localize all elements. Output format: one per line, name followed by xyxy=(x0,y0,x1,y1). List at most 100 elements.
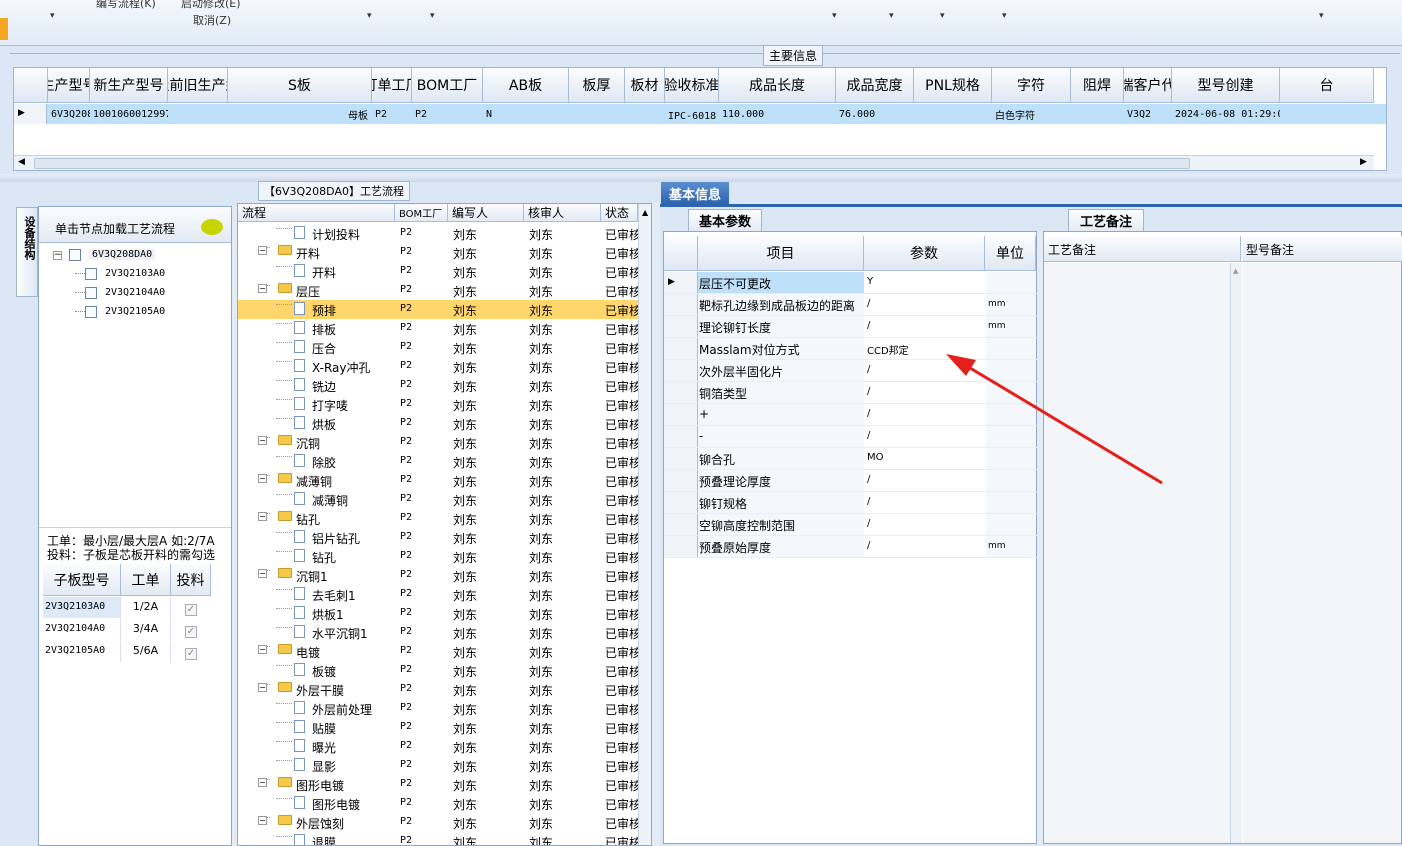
flow-row[interactable]: 预排 P2 刘东 刘东 已审核 xyxy=(238,300,651,319)
main-header-0[interactable]: 生产型号 xyxy=(48,68,90,103)
chevron-down-icon[interactable]: ▾ xyxy=(50,11,55,21)
sub-order-cell[interactable]: 1/2A xyxy=(121,597,171,618)
param-value[interactable]: Y xyxy=(865,272,985,293)
node-checkbox-icon[interactable] xyxy=(69,249,81,261)
scroll-up-icon[interactable]: ▲ xyxy=(642,208,648,217)
flow-row[interactable]: 去毛刺1 P2 刘东 刘东 已审核 xyxy=(238,585,651,604)
flow-row[interactable]: 压合 P2 刘东 刘东 已审核 xyxy=(238,338,651,357)
flow-row[interactable]: X-Ray冲孔 P2 刘东 刘东 已审核 xyxy=(238,357,651,376)
sub-order-cell[interactable]: 5/6A xyxy=(121,641,171,662)
main-cell-13[interactable]: 白色字符 xyxy=(992,104,1071,124)
main-cell-10[interactable]: 110.000 xyxy=(719,104,836,124)
tab-basic-params[interactable]: 基本参数 xyxy=(688,209,762,231)
flow-row[interactable]: 显影 P2 刘东 刘东 已审核 xyxy=(238,756,651,775)
row-indicator[interactable] xyxy=(664,338,698,359)
collapse-icon[interactable]: − xyxy=(258,474,267,483)
feed-checkbox[interactable]: ✓ xyxy=(171,641,211,662)
tree-child-node[interactable]: 2V3Q2104A0 xyxy=(105,287,165,298)
main-header-9[interactable]: 验收标准 xyxy=(665,68,719,103)
start-modify-menu[interactable]: 启动修改(E) xyxy=(181,0,241,11)
tab-process-remarks[interactable]: 工艺备注 xyxy=(1068,209,1144,231)
tab-basic-info[interactable]: 基本信息 xyxy=(661,182,729,204)
model-remark-textarea[interactable] xyxy=(1243,263,1401,843)
collapse-icon[interactable]: − xyxy=(258,645,267,654)
main-header-3[interactable]: S板 xyxy=(228,68,372,103)
flow-row[interactable]: 曝光 P2 刘东 刘东 已审核 xyxy=(238,737,651,756)
grid-corner[interactable] xyxy=(664,236,698,271)
flow-row[interactable]: 铝片钻孔 P2 刘东 刘东 已审核 xyxy=(238,528,651,547)
main-cell-1[interactable]: 10010600129974 xyxy=(90,104,168,124)
flow-row[interactable]: 铣边 P2 刘东 刘东 已审核 xyxy=(238,376,651,395)
tree-root-node[interactable]: 6V3Q208DA0 xyxy=(89,249,156,260)
main-cell-5[interactable]: P2 xyxy=(412,104,483,124)
flow-row[interactable]: − 图形电镀 P2 刘东 刘东 已审核 xyxy=(238,775,651,794)
chevron-down-icon[interactable]: ▾ xyxy=(430,11,435,21)
main-header-12[interactable]: PNL规格 xyxy=(914,68,992,103)
main-header-1[interactable]: 新生产型号 xyxy=(90,68,168,103)
vertical-scrollbar[interactable]: ▲ xyxy=(1230,263,1242,843)
chevron-down-icon[interactable]: ▾ xyxy=(1002,11,1007,21)
feed-checkbox[interactable]: ✓ xyxy=(171,619,211,640)
sub-model-cell[interactable]: 2V3Q2105A0 xyxy=(43,641,121,662)
main-cell-7[interactable] xyxy=(569,104,625,124)
main-header-2[interactable]: 升级前旧生产型号 xyxy=(168,68,228,103)
flow-row[interactable]: − 沉铜 P2 刘东 刘东 已审核 xyxy=(238,433,651,452)
flow-row[interactable]: 图形电镀 P2 刘东 刘东 已审核 xyxy=(238,794,651,813)
row-indicator[interactable]: ▶ xyxy=(664,272,698,293)
horizontal-splitter[interactable] xyxy=(0,174,1402,182)
tree-child-node[interactable]: 2V3Q2105A0 xyxy=(105,306,165,317)
flow-row[interactable]: − 开料 P2 刘东 刘东 已审核 xyxy=(238,243,651,262)
flow-row[interactable]: − 电镀 P2 刘东 刘东 已审核 xyxy=(238,642,651,661)
flow-row[interactable]: 烘板1 P2 刘东 刘东 已审核 xyxy=(238,604,651,623)
row-indicator[interactable] xyxy=(664,426,698,447)
flow-row[interactable]: − 沉铜1 P2 刘东 刘东 已审核 xyxy=(238,566,651,585)
param-row[interactable]: 靶标孔边缘到成品板边的距离 / mm xyxy=(664,294,1037,316)
flow-row[interactable]: − 外层干膜 P2 刘东 刘东 已审核 xyxy=(238,680,651,699)
cancel-menu[interactable]: 取消(Z) xyxy=(193,12,231,28)
chevron-down-icon[interactable]: ▾ xyxy=(940,11,945,21)
sub-model-cell[interactable]: 2V3Q2104A0 xyxy=(43,619,121,640)
flow-row[interactable]: 计划投料 P2 刘东 刘东 已审核 xyxy=(238,224,651,243)
main-cell-16[interactable]: 2024-06-08 01:29:0 xyxy=(1172,104,1280,124)
device-structure-tab[interactable]: 设备结构 xyxy=(16,207,38,297)
edit-flow-menu[interactable]: 编写流程(K) xyxy=(96,0,156,11)
row-indicator[interactable] xyxy=(664,492,698,513)
main-header-14[interactable]: 阻焊 xyxy=(1071,68,1124,103)
node-checkbox-icon[interactable] xyxy=(85,287,97,299)
collapse-icon[interactable]: − xyxy=(258,683,267,692)
chevron-down-icon[interactable]: ▾ xyxy=(832,11,837,21)
main-cell-9[interactable]: IPC-6018 II级 xyxy=(665,104,719,124)
flow-row[interactable]: 水平沉铜1 P2 刘东 刘东 已审核 xyxy=(238,623,651,642)
row-indicator[interactable] xyxy=(664,382,698,403)
flow-row[interactable]: 开料 P2 刘东 刘东 已审核 xyxy=(238,262,651,281)
flow-row[interactable]: − 减薄铜 P2 刘东 刘东 已审核 xyxy=(238,471,651,490)
param-value[interactable]: / xyxy=(865,316,985,337)
main-header-8[interactable]: 板材 xyxy=(625,68,665,103)
sub-model-cell[interactable]: 2V3Q2103A0 xyxy=(43,597,121,618)
scrollbar-thumb[interactable] xyxy=(34,158,1190,169)
row-indicator[interactable] xyxy=(664,404,698,425)
collapse-icon[interactable]: − xyxy=(258,778,267,787)
main-header-5[interactable]: BOM工厂 xyxy=(412,68,483,103)
feed-checkbox[interactable]: ✓ xyxy=(171,597,211,618)
row-indicator[interactable] xyxy=(664,536,698,557)
main-header-11[interactable]: 成品宽度 xyxy=(836,68,914,103)
flow-row[interactable]: 打字唛 P2 刘东 刘东 已审核 xyxy=(238,395,651,414)
main-cell-14[interactable] xyxy=(1071,104,1124,124)
flow-row[interactable]: 板镀 P2 刘东 刘东 已审核 xyxy=(238,661,651,680)
collapse-icon[interactable]: − xyxy=(258,512,267,521)
param-row[interactable]: 预叠原始厚度 / mm xyxy=(664,536,1037,558)
param-value[interactable]: / xyxy=(865,294,985,315)
row-indicator[interactable] xyxy=(664,470,698,491)
row-indicator[interactable] xyxy=(664,360,698,381)
collapse-icon[interactable]: − xyxy=(258,816,267,825)
row-indicator[interactable] xyxy=(664,514,698,535)
collapse-icon[interactable]: − xyxy=(258,246,267,255)
main-cell-3[interactable]: 母板 xyxy=(228,104,372,124)
row-indicator[interactable] xyxy=(664,294,698,315)
collapse-icon[interactable]: − xyxy=(258,569,267,578)
vertical-splitter[interactable] xyxy=(652,203,660,846)
collapse-icon[interactable]: − xyxy=(53,251,62,260)
flow-row[interactable]: − 钻孔 P2 刘东 刘东 已审核 xyxy=(238,509,651,528)
flow-row[interactable]: − 外层蚀刻 P2 刘东 刘东 已审核 xyxy=(238,813,651,832)
